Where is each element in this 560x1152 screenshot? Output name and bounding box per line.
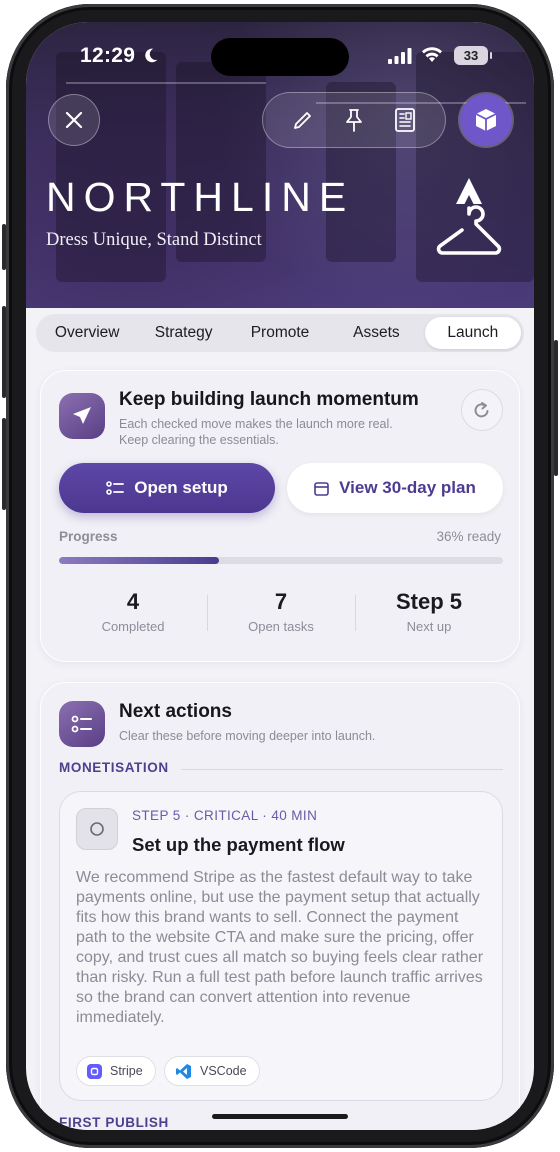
stat-label: Next up	[406, 619, 452, 634]
hanger-logo	[436, 178, 502, 255]
task-card[interactable]: STEP 5 · CRITICAL · 40 MIN Set up the pa…	[59, 791, 503, 1101]
dynamic-island	[211, 38, 349, 76]
stripe-chip-label: Stripe	[110, 1064, 143, 1078]
moon-icon	[145, 48, 158, 63]
section-tabs: Overview Strategy Promote Assets Launch	[36, 314, 524, 352]
tab-assets[interactable]: Assets	[328, 317, 424, 349]
momentum-card: Keep building launch momentum Each check…	[40, 370, 520, 662]
tab-strategy[interactable]: Strategy	[135, 317, 231, 349]
close-icon	[65, 111, 83, 129]
tab-overview[interactable]: Overview	[39, 317, 135, 349]
checklist-icon	[106, 481, 125, 495]
next-actions-icon-tile	[59, 701, 105, 747]
calendar-icon	[314, 481, 329, 496]
stat-value: Step 5	[395, 589, 463, 614]
close-button[interactable]	[48, 94, 100, 146]
circle-icon	[90, 822, 104, 836]
vscode-icon	[176, 1063, 191, 1079]
brand-tagline: Dress Unique, Stand Distinct	[46, 230, 262, 250]
pin-icon	[346, 109, 362, 132]
section-divider	[181, 769, 503, 770]
edit-button[interactable]	[283, 100, 323, 140]
task-duration: 40 MIN	[271, 808, 318, 823]
cellular-signal-icon	[388, 48, 412, 64]
progress-fill	[59, 557, 219, 564]
next-actions-card: Next actions Clear these before moving d…	[40, 682, 520, 1130]
hero-banner: 12:29 33 NORTHLINE Dress Unique, Stand D…	[26, 22, 534, 308]
pencil-icon	[293, 112, 311, 129]
document-button[interactable]	[385, 100, 425, 140]
vscode-chip-label: VSCode	[200, 1064, 247, 1078]
view-plan-button[interactable]: View 30-day plan	[287, 463, 503, 513]
open-setup-label: Open setup	[134, 478, 228, 497]
box-icon	[475, 109, 497, 131]
checklist-icon	[71, 715, 92, 733]
stripe-chip[interactable]: Stripe	[76, 1056, 156, 1086]
battery-indicator: 33	[454, 46, 492, 65]
document-icon	[395, 108, 416, 132]
momentum-title: Keep building launch momentum	[119, 389, 419, 410]
task-priority: CRITICAL	[193, 808, 259, 823]
refresh-button[interactable]	[461, 389, 503, 431]
stat-label: Open tasks	[248, 619, 314, 634]
package-button[interactable]	[460, 94, 512, 146]
stat-open-tasks: 7 Open tasks	[207, 589, 355, 639]
power-button	[554, 340, 558, 476]
task-title: Set up the payment flow	[132, 834, 345, 855]
stat-next-up: Step 5 Next up	[355, 589, 503, 639]
home-indicator	[212, 1114, 348, 1119]
progress-bar	[59, 557, 503, 564]
screen: 12:29 33 NORTHLINE Dress Unique, Stand D…	[26, 22, 534, 1130]
send-icon	[73, 407, 91, 424]
section-first-publish: FIRST PUBLISH	[59, 1115, 169, 1130]
stat-value: 4	[126, 589, 140, 614]
stats-row: 4 Completed 7 Open tasks Step 5 Next up	[59, 589, 503, 639]
progress-label: Progress	[59, 529, 118, 544]
view-plan-label: View 30-day plan	[339, 478, 476, 497]
status-time: 12:29	[80, 44, 136, 67]
stat-value: 7	[274, 589, 288, 614]
task-step: STEP 5	[132, 808, 181, 823]
volume-up-button	[2, 306, 6, 398]
tab-launch[interactable]: Launch	[424, 317, 522, 349]
stat-completed: 4 Completed	[59, 589, 207, 639]
brand-name: NORTHLINE	[46, 174, 355, 220]
task-checkbox[interactable]	[76, 808, 118, 850]
refresh-icon	[474, 402, 489, 418]
progress-percent: 36% ready	[436, 529, 501, 544]
pin-button[interactable]	[334, 100, 374, 140]
wifi-icon	[422, 47, 442, 62]
stripe-icon	[87, 1063, 102, 1079]
stat-label: Completed	[101, 619, 165, 634]
next-actions-subtitle: Clear these before moving deeper into la…	[119, 729, 376, 743]
section-monetisation: MONETISATION	[59, 760, 169, 775]
volume-down-button	[2, 418, 6, 510]
tab-promote[interactable]: Promote	[232, 317, 328, 349]
toolbar-pill	[262, 92, 446, 148]
momentum-icon-tile	[59, 393, 105, 439]
launch-content: Keep building launch momentum Each check…	[26, 358, 534, 1130]
task-description: We recommend Stripe as the fastest defau…	[76, 869, 484, 1026]
momentum-subtitle-line1: Each checked move makes the launch more …	[119, 417, 393, 431]
next-actions-title: Next actions	[119, 701, 232, 722]
vscode-chip[interactable]: VSCode	[164, 1056, 260, 1086]
task-meta: STEP 5 · CRITICAL · 40 MIN	[132, 808, 318, 823]
momentum-subtitle-line2: Keep clearing the essentials.	[119, 433, 279, 447]
open-setup-button[interactable]: Open setup	[59, 463, 275, 513]
action-button	[2, 224, 6, 270]
